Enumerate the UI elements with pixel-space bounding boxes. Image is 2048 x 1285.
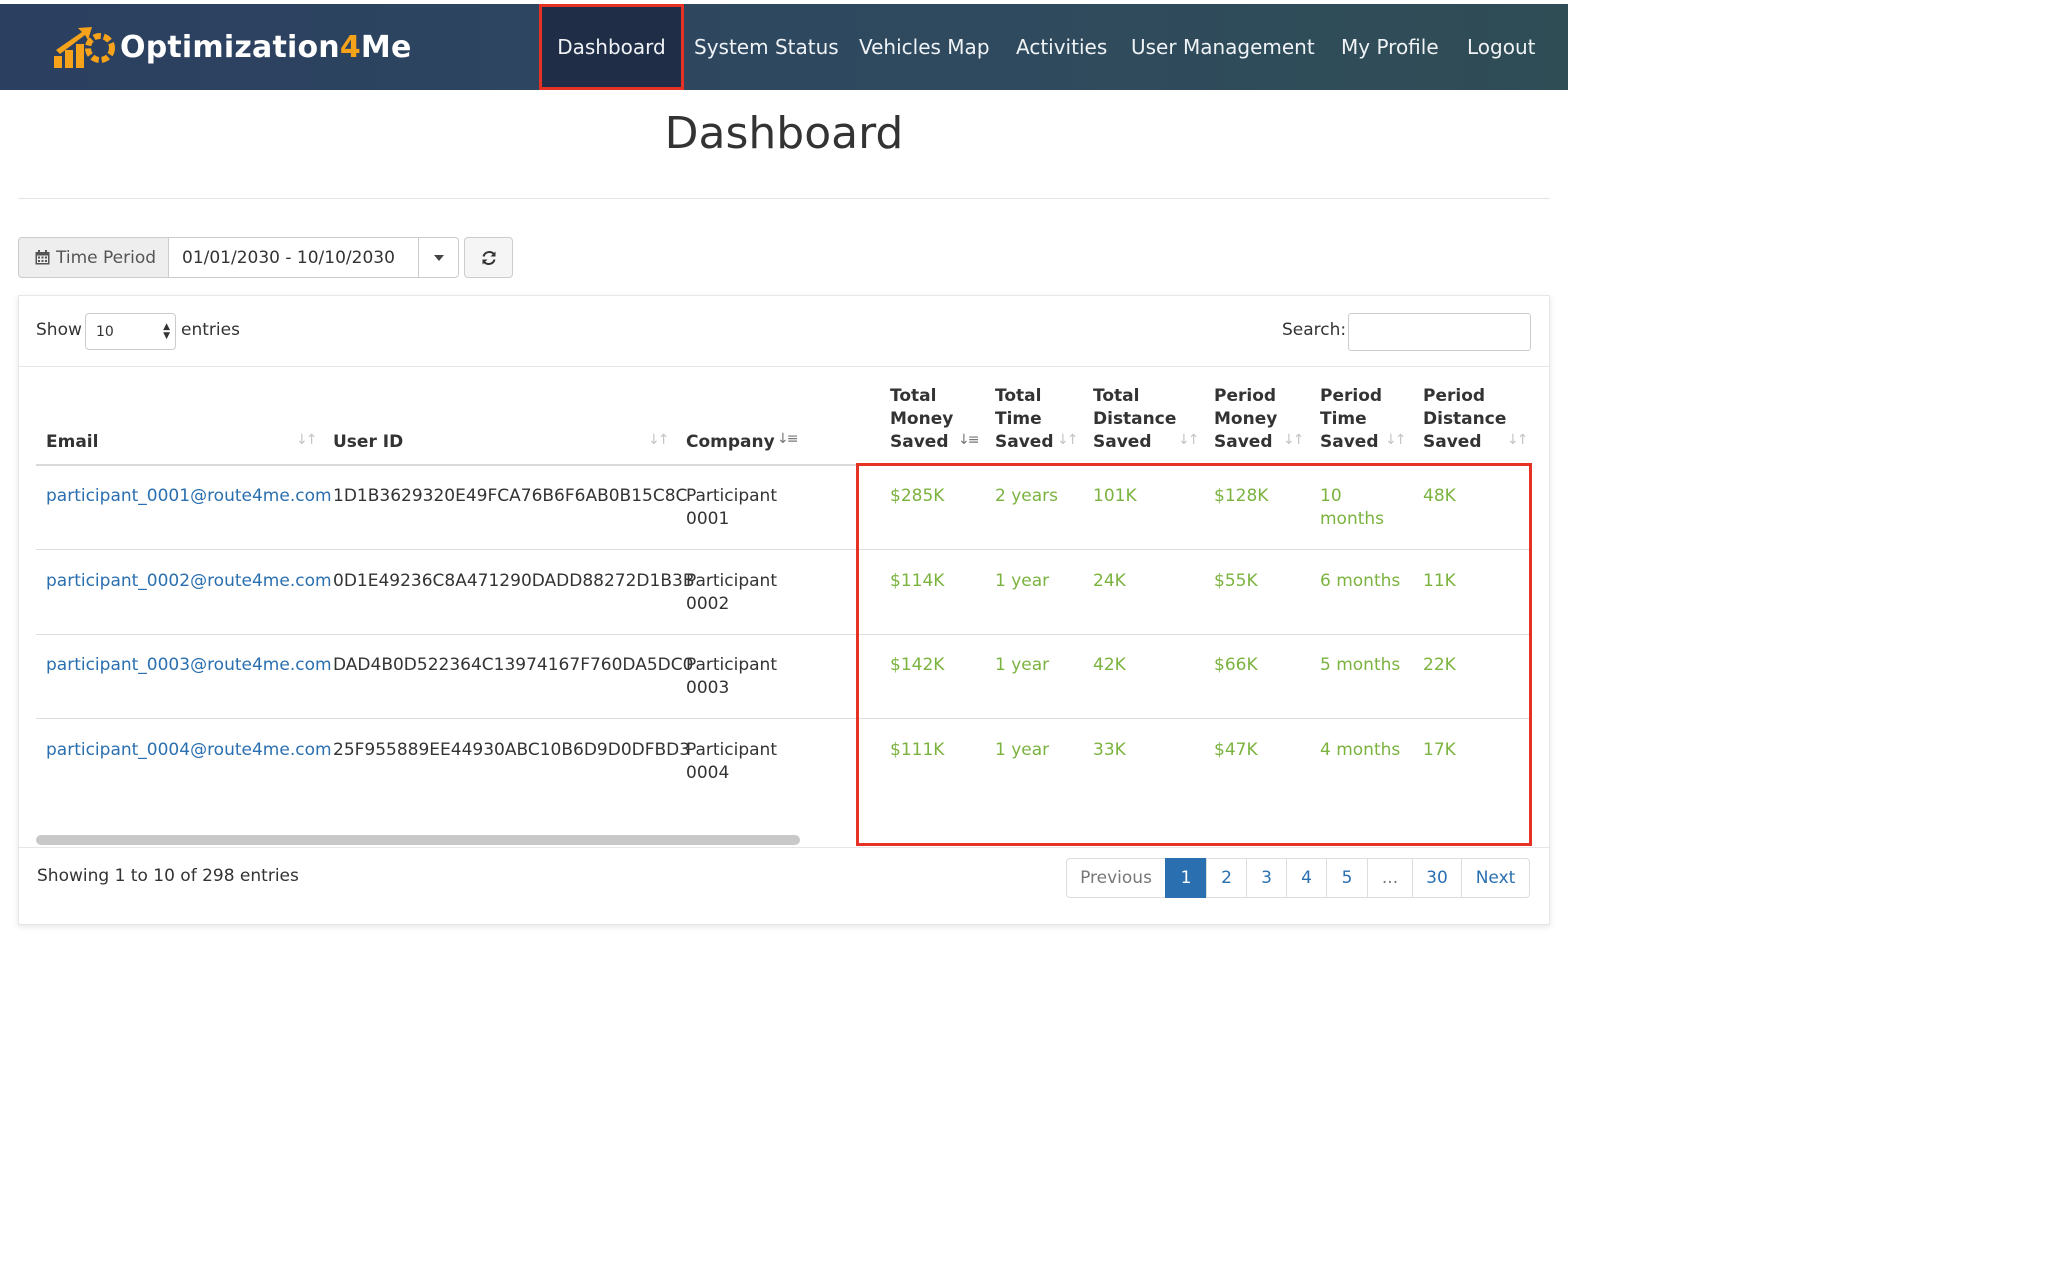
header-period-money-saved[interactable]: Period Money Saved — [1214, 385, 1277, 454]
row-company: Participant 0002 — [686, 571, 778, 614]
nav-user-management[interactable]: User Management — [1131, 4, 1315, 90]
pagination-page-4[interactable]: 4 — [1286, 858, 1327, 898]
row-user-id: 25F955889EE44930ABC10B6D9D0DFBD3 — [333, 740, 691, 760]
refresh-icon — [482, 250, 495, 265]
time-period-input[interactable]: 01/01/2030 - 10/10/2030 — [168, 237, 419, 278]
pagination-page-5[interactable]: 5 — [1326, 858, 1368, 898]
search-label: Search: — [1282, 320, 1347, 340]
row-email-link[interactable]: participant_0001@route4me.com — [46, 485, 332, 508]
caret-down-icon — [433, 254, 444, 261]
optimization-logo-icon — [54, 27, 115, 68]
sort-icon[interactable]: ↓↑ — [1283, 432, 1305, 448]
header-user-id[interactable]: User ID — [333, 431, 403, 454]
sort-icon[interactable]: ↓↑ — [1507, 432, 1529, 448]
nav-dashboard[interactable]: Dashboard — [539, 4, 684, 90]
pagination-page-30[interactable]: 30 — [1412, 858, 1462, 898]
row-company: Participant 0004 — [686, 740, 778, 783]
search-input[interactable] — [1348, 313, 1531, 351]
sort-descending-icon[interactable]: ↓≡ — [958, 432, 980, 448]
header-email[interactable]: Email — [46, 431, 98, 454]
nav-my-profile[interactable]: My Profile — [1341, 4, 1439, 90]
row-email-link[interactable]: participant_0002@route4me.com — [46, 570, 332, 593]
savings-highlight-box — [856, 463, 1532, 846]
sort-icon[interactable]: ↓↑ — [1385, 432, 1407, 448]
time-period-dropdown-button[interactable] — [418, 237, 459, 278]
time-period-label: Time Period — [56, 247, 157, 268]
pagination-ellipsis: ... — [1367, 858, 1413, 898]
entries-length-select[interactable]: 10 ▲ ▼ — [85, 313, 176, 350]
title-divider — [18, 198, 1550, 199]
header-total-distance-saved[interactable]: Total Distance Saved — [1093, 385, 1176, 454]
refresh-button[interactable] — [464, 237, 513, 278]
brand-name: Optimization4Me — [120, 29, 412, 65]
table-info-text: Showing 1 to 10 of 298 entries — [37, 866, 299, 886]
entries-length-value: 10 — [96, 323, 114, 340]
sort-icon[interactable]: ↓↑ — [296, 432, 318, 448]
select-arrows-icon: ▲ ▼ — [163, 322, 170, 341]
row-email-link[interactable]: participant_0004@route4me.com — [46, 739, 332, 762]
show-label: Show — [36, 320, 82, 340]
footer-divider — [18, 847, 1550, 848]
row-user-id: DAD4B0D522364C13974167F760DA5DC0 — [333, 655, 694, 675]
time-period-addon: Time Period — [18, 237, 169, 278]
panel-divider — [18, 366, 1550, 367]
top-navbar: Optimization4Me Dashboard System Status … — [0, 4, 1568, 90]
calendar-icon — [35, 250, 50, 265]
sort-icon[interactable]: ↓↑ — [1178, 432, 1200, 448]
entries-label: entries — [181, 320, 240, 340]
header-period-distance-saved[interactable]: Period Distance Saved — [1423, 385, 1506, 454]
pagination-previous[interactable]: Previous — [1066, 858, 1166, 898]
horizontal-scrollbar[interactable] — [36, 835, 800, 845]
row-email-link[interactable]: participant_0003@route4me.com — [46, 654, 332, 677]
sort-ascending-icon[interactable]: ↓≡ — [777, 431, 799, 447]
pagination-page-2[interactable]: 2 — [1206, 858, 1247, 898]
sort-icon[interactable]: ↓↑ — [1057, 432, 1079, 448]
row-user-id: 1D1B3629320E49FCA76B6F6AB0B15C8C — [333, 486, 688, 506]
header-period-time-saved[interactable]: Period Time Saved — [1320, 385, 1382, 454]
pagination-page-1[interactable]: 1 — [1165, 858, 1207, 898]
page-title: Dashboard — [664, 108, 904, 159]
nav-system-status[interactable]: System Status — [694, 4, 839, 90]
pagination-page-3[interactable]: 3 — [1246, 858, 1287, 898]
sort-icon[interactable]: ↓↑ — [648, 432, 670, 448]
brand-logo-link[interactable]: Optimization4Me — [52, 24, 412, 70]
nav-logout[interactable]: Logout — [1467, 4, 1535, 90]
pagination-next[interactable]: Next — [1461, 858, 1530, 898]
nav-activities[interactable]: Activities — [1016, 4, 1107, 90]
row-user-id: 0D1E49236C8A471290DADD88272D1B3B — [333, 571, 695, 591]
row-company: Participant 0003 — [686, 655, 778, 698]
header-company[interactable]: Company — [686, 431, 775, 454]
header-total-time-saved[interactable]: Total Time Saved — [995, 385, 1054, 454]
nav-vehicles-map[interactable]: Vehicles Map — [859, 4, 990, 90]
row-company: Participant 0001 — [686, 486, 778, 529]
header-total-money-saved[interactable]: Total Money Saved — [890, 385, 953, 454]
